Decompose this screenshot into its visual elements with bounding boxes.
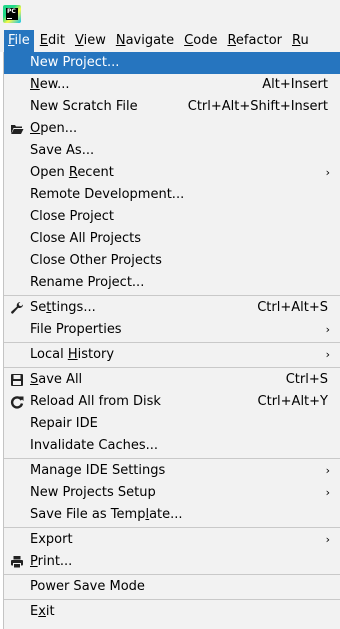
menu-refactor[interactable]: Refactor xyxy=(223,30,286,52)
menu-item-power-save-mode[interactable]: Power Save Mode xyxy=(4,576,340,598)
menu-file[interactable]: File xyxy=(4,30,34,52)
menu-edit[interactable]: Edit xyxy=(36,30,69,52)
file-menu-dropdown: New Project... New... Alt+Insert New Scr… xyxy=(3,52,340,629)
menu-item-close-all-projects[interactable]: Close All Projects xyxy=(4,228,340,250)
submenu-arrow-icon: › xyxy=(325,464,330,477)
printer-icon xyxy=(10,555,24,569)
menu-item-invalidate-caches[interactable]: Invalidate Caches... xyxy=(4,435,340,457)
menu-item-save-file-as-template[interactable]: Save File as Template... xyxy=(4,504,340,526)
menu-item-manage-ide-settings[interactable]: Manage IDE Settings › xyxy=(4,460,340,482)
shortcut-label: Ctrl+Alt+Shift+Insert xyxy=(187,99,328,114)
menu-item-new-project[interactable]: New Project... xyxy=(4,52,340,74)
menu-code[interactable]: Code xyxy=(180,30,221,52)
menu-item-close-project[interactable]: Close Project xyxy=(4,206,340,228)
menu-item-open-recent[interactable]: Open Recent › xyxy=(4,162,340,184)
menu-item-save-all[interactable]: Save All Ctrl+S xyxy=(4,369,340,391)
menu-item-new-projects-setup[interactable]: New Projects Setup › xyxy=(4,482,340,504)
submenu-arrow-icon: › xyxy=(325,533,330,546)
folder-open-icon xyxy=(10,122,24,136)
menu-item-remote-development[interactable]: Remote Development... xyxy=(4,184,340,206)
shortcut-label: Alt+Insert xyxy=(262,77,328,92)
menu-item-repair-ide[interactable]: Repair IDE xyxy=(4,413,340,435)
floppy-disk-icon xyxy=(10,373,24,387)
menu-separator xyxy=(4,295,340,296)
menu-item-new[interactable]: New... Alt+Insert xyxy=(4,74,340,96)
menu-item-save-as[interactable]: Save As... xyxy=(4,140,340,162)
menu-item-rename-project[interactable]: Rename Project... xyxy=(4,272,340,294)
menu-separator xyxy=(4,599,340,600)
menu-item-new-scratch-file[interactable]: New Scratch File Ctrl+Alt+Shift+Insert xyxy=(4,96,340,118)
menu-item-export[interactable]: Export › xyxy=(4,529,340,551)
menu-item-file-properties[interactable]: File Properties › xyxy=(4,319,340,341)
submenu-arrow-icon: › xyxy=(325,486,330,499)
menu-separator xyxy=(4,367,340,368)
shortcut-label: Ctrl+Alt+Y xyxy=(257,394,328,409)
wrench-icon xyxy=(10,301,24,315)
menu-item-local-history[interactable]: Local History › xyxy=(4,344,340,366)
menu-item-reload-all-from-disk[interactable]: Reload All from Disk Ctrl+Alt+Y xyxy=(4,391,340,413)
menu-view[interactable]: View xyxy=(71,30,110,52)
menu-item-print[interactable]: Print... xyxy=(4,551,340,573)
menu-run[interactable]: Ru xyxy=(288,30,313,52)
menu-item-close-other-projects[interactable]: Close Other Projects xyxy=(4,250,340,272)
menu-navigate[interactable]: Navigate xyxy=(112,30,178,52)
app-logo-icon[interactable]: PC xyxy=(3,5,21,23)
menu-item-open[interactable]: Open... xyxy=(4,118,340,140)
menu-separator xyxy=(4,458,340,459)
menu-item-exit[interactable]: Exit xyxy=(4,601,340,623)
menu-separator xyxy=(4,342,340,343)
menu-bar: File Edit View Navigate Code Refactor Ru xyxy=(0,30,340,52)
menu-separator xyxy=(4,527,340,528)
reload-icon xyxy=(10,395,24,409)
submenu-arrow-icon: › xyxy=(325,166,330,179)
submenu-arrow-icon: › xyxy=(325,323,330,336)
submenu-arrow-icon: › xyxy=(325,348,330,361)
menu-separator xyxy=(4,574,340,575)
title-bar: PC xyxy=(0,0,340,30)
menu-item-settings[interactable]: Settings... Ctrl+Alt+S xyxy=(4,297,340,319)
shortcut-label: Ctrl+S xyxy=(285,372,328,387)
shortcut-label: Ctrl+Alt+S xyxy=(257,300,328,315)
